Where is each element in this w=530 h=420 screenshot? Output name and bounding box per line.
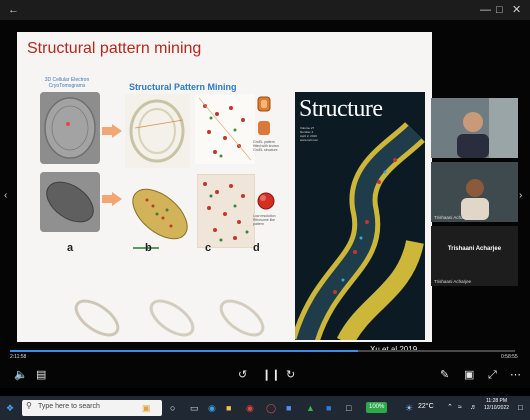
- participant-sub-name: Trishaani Acharjee: [434, 279, 472, 284]
- panel-label-a: a: [67, 242, 74, 254]
- task-switcher-icon[interactable]: ▭: [190, 396, 199, 420]
- participant-name: Trishaani Acharjee: [434, 215, 472, 220]
- word-icon[interactable]: ■: [326, 396, 331, 420]
- annot1-line3: GroEL structure: [253, 148, 278, 152]
- annot2-line3: pattern: [253, 222, 264, 226]
- arrow-icon: [102, 124, 122, 138]
- previous-page-icon[interactable]: ‹: [4, 190, 7, 201]
- cover-meta-4: www.cell.com: [300, 138, 319, 142]
- pattern-view-top: [195, 94, 255, 164]
- pause-icon[interactable]: ❙❙: [262, 362, 280, 388]
- panel-label-d: d: [253, 242, 260, 254]
- spm-header: Structural Pattern Mining: [129, 82, 237, 92]
- slide-title: Structural pattern mining: [27, 40, 202, 57]
- ribosome-icon: [257, 192, 275, 210]
- window-title-bar: [0, 0, 530, 20]
- more-options-icon[interactable]: ⋯: [510, 362, 521, 388]
- notification-icon[interactable]: □: [518, 396, 523, 420]
- edit-icon[interactable]: ✎: [440, 362, 449, 388]
- gift-icon[interactable]: ▣: [142, 396, 151, 420]
- battery-badge[interactable]: 100%: [366, 402, 388, 413]
- cryo-label-line2: CryoTomograms: [48, 83, 86, 89]
- participant-panel: Trishaani Acharjee Trishaani Acharjee Tr…: [431, 98, 518, 298]
- next-page-icon[interactable]: ›: [519, 190, 522, 201]
- structure-journal-cover: Structure Volume 27 Number 4 April 2, 20…: [295, 92, 425, 340]
- panel-label-c: c: [205, 242, 212, 254]
- edge-browser-icon[interactable]: ◉: [208, 396, 216, 420]
- wifi-icon[interactable]: ≈: [458, 396, 462, 420]
- participant-name-large: Trishaani Acharjee: [447, 246, 502, 252]
- spm-render-bottom: [125, 172, 195, 252]
- spm-render-top: [125, 94, 190, 168]
- participant-tile[interactable]: Trishaani Acharjee Trishaani Acharjee: [431, 226, 518, 286]
- minimize-icon[interactable]: —: [480, 0, 491, 20]
- cover-title: Structure: [299, 96, 383, 122]
- app-icon[interactable]: □: [346, 396, 351, 420]
- file-explorer-icon[interactable]: ■: [226, 396, 231, 420]
- arrow-icon: [102, 192, 122, 206]
- panel-label-b: b: [145, 242, 152, 254]
- groel-pattern-icon: [258, 121, 270, 135]
- mini-player-icon[interactable]: ▣: [464, 362, 474, 388]
- time-remaining: 0:58:55: [501, 354, 518, 360]
- tomogram-image-bottom: [40, 172, 100, 232]
- maximize-icon[interactable]: □: [496, 0, 503, 20]
- teams-icon[interactable]: ■: [286, 396, 291, 420]
- cryo-tomogram-label: 3D Cellular Electron CryoTomograms: [39, 77, 95, 89]
- cover-meta: Volume 27 Number 4 April 2, 2019 www.cel…: [300, 126, 318, 142]
- time-elapsed: 2:11:58: [10, 354, 27, 360]
- chrome-icon[interactable]: ◉: [246, 396, 254, 420]
- back-arrow-icon[interactable]: ←: [8, 0, 19, 20]
- task-view-icon[interactable]: ○: [170, 396, 175, 420]
- participant-tile[interactable]: Trishaani Acharjee: [431, 162, 518, 222]
- search-icon: ⚲: [26, 401, 32, 410]
- opera-icon[interactable]: ◯: [266, 396, 276, 420]
- pattern-view-bottom: [196, 173, 256, 249]
- faded-reflection: [74, 299, 265, 337]
- fullscreen-icon[interactable]: ⤢: [488, 362, 497, 388]
- clock-date: 12/10/2022: [484, 405, 510, 411]
- speaker-icon[interactable]: ♬: [470, 396, 477, 420]
- ribosome-annotation: Low resolution Ribosome like pattern: [253, 214, 298, 226]
- progress-fill[interactable]: [10, 350, 359, 352]
- groel-annotation: GroEL pattern fitted with known GroEL st…: [253, 140, 298, 152]
- windows-start-icon[interactable]: ❖: [6, 396, 14, 420]
- temperature-text: 22°C: [418, 403, 434, 410]
- taskbar-clock[interactable]: 11:28 PM 12/10/2022: [484, 398, 509, 412]
- volume-icon[interactable]: 🔈: [14, 362, 28, 388]
- groel-structure-icon: [257, 96, 271, 112]
- media-app-icon[interactable]: ▲: [306, 396, 315, 420]
- search-placeholder: Type here to search: [38, 403, 100, 410]
- tray-chevron-icon[interactable]: ⌃: [447, 396, 453, 420]
- tomogram-image-top: [40, 92, 100, 164]
- close-icon[interactable]: ✕: [512, 0, 521, 20]
- clock-time: 11:28 PM: [486, 398, 508, 404]
- rewind-icon[interactable]: ↺: [238, 362, 247, 388]
- weather-icon[interactable]: ☀: [405, 396, 413, 420]
- forward-icon[interactable]: ↻: [286, 362, 295, 388]
- subtitles-icon[interactable]: ▤: [36, 362, 46, 388]
- participant-tile[interactable]: [431, 98, 518, 158]
